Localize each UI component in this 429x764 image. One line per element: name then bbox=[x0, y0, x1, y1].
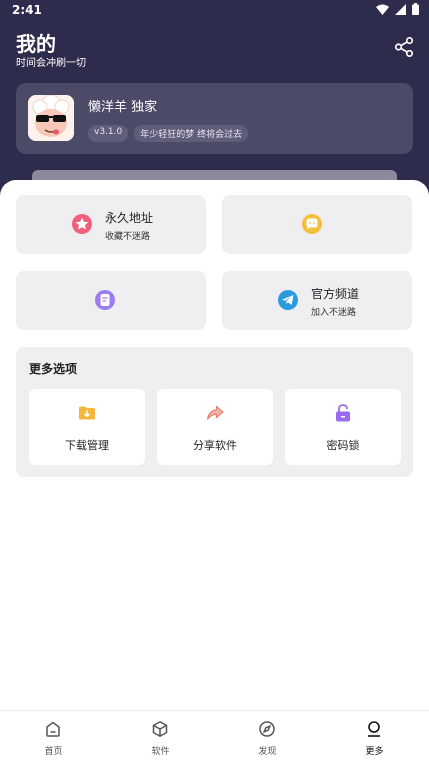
more-options-panel: 更多选项 下载管理 分享软件 密码锁 bbox=[16, 347, 413, 477]
person-icon bbox=[368, 721, 380, 737]
avatar bbox=[28, 95, 74, 141]
download-folder-icon bbox=[79, 406, 95, 420]
tile-title: 官方频道 bbox=[311, 287, 360, 301]
nav-item-software[interactable]: 软件 bbox=[107, 711, 214, 764]
tile-official-channel[interactable]: 官方频道 加入不迷路 bbox=[222, 271, 412, 330]
download-manager-button[interactable]: 下载管理 bbox=[29, 389, 145, 465]
wifi-icon bbox=[376, 4, 389, 15]
version-badge: v3.1.0 bbox=[88, 125, 129, 142]
lock-icon bbox=[336, 404, 350, 422]
nav-label: 软件 bbox=[151, 747, 170, 757]
option-label: 密码锁 bbox=[326, 439, 360, 452]
home-icon bbox=[46, 721, 60, 737]
status-bar: 2:41 bbox=[0, 0, 429, 20]
page-title: 我的 bbox=[16, 32, 56, 56]
nav-item-discover[interactable]: 发现 bbox=[214, 711, 321, 764]
status-time: 2:41 bbox=[12, 3, 42, 17]
battery-icon bbox=[412, 3, 419, 15]
profile-badges: v3.1.0 年少轻狂的梦 终将会过去 bbox=[88, 125, 249, 142]
motto-badge: 年少轻狂的梦 终将会过去 bbox=[134, 125, 249, 142]
tile-permanent-address[interactable]: 永久地址 收藏不迷路 bbox=[16, 195, 206, 254]
status-icons bbox=[376, 3, 419, 15]
page-subtitle: 时间会冲刷一切 bbox=[16, 58, 86, 69]
tile-subtitle: 收藏不迷路 bbox=[105, 232, 151, 242]
nav-label: 发现 bbox=[258, 747, 277, 757]
sheep-avatar-icon bbox=[28, 95, 74, 141]
star-icon bbox=[72, 214, 92, 234]
share-icon[interactable] bbox=[393, 36, 415, 58]
share-arrow-icon bbox=[207, 405, 224, 420]
option-label: 下载管理 bbox=[65, 439, 109, 452]
more-options-title: 更多选项 bbox=[29, 362, 78, 376]
telegram-icon bbox=[278, 290, 298, 310]
chat-bubble-icon bbox=[302, 214, 322, 234]
nav-label: 首页 bbox=[44, 747, 63, 757]
document-icon bbox=[95, 290, 115, 310]
profile-card[interactable]: 懒洋羊 独家 v3.1.0 年少轻狂的梦 终将会过去 bbox=[16, 83, 413, 154]
content-sheet: 永久地址 收藏不迷路 官方频道 加入不迷路 更多选项 下载管理 分享软件 密码锁 bbox=[0, 180, 429, 710]
box-icon bbox=[152, 720, 168, 738]
bottom-navigation: 首页 软件 发现 更多 bbox=[0, 710, 429, 764]
share-app-button[interactable]: 分享软件 bbox=[157, 389, 273, 465]
tile-title: 永久地址 bbox=[105, 211, 154, 225]
compass-icon bbox=[259, 721, 275, 737]
profile-name: 懒洋羊 独家 bbox=[88, 100, 158, 115]
nav-label: 更多 bbox=[365, 747, 384, 757]
tile-subtitle: 加入不迷路 bbox=[311, 308, 357, 318]
signal-icon bbox=[395, 3, 406, 15]
password-lock-button[interactable]: 密码锁 bbox=[285, 389, 401, 465]
nav-item-home[interactable]: 首页 bbox=[0, 711, 107, 764]
nav-item-more[interactable]: 更多 bbox=[321, 711, 428, 764]
tile-document[interactable] bbox=[16, 271, 206, 330]
option-label: 分享软件 bbox=[193, 439, 237, 452]
tile-chat[interactable] bbox=[222, 195, 412, 254]
